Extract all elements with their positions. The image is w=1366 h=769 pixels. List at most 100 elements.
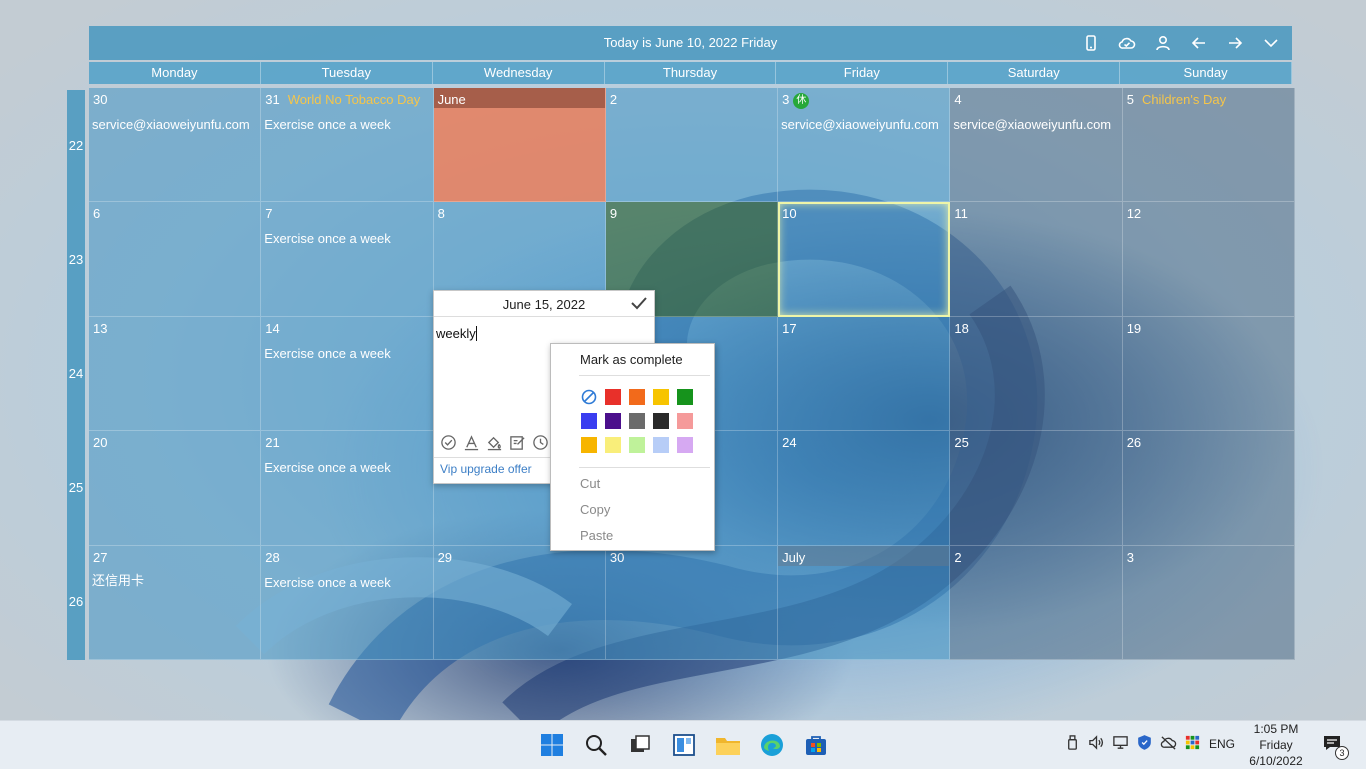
input-method-icon[interactable] [1184, 734, 1201, 756]
day-cell[interactable]: 26 [1122, 431, 1295, 546]
arrow-left-icon[interactable] [1188, 33, 1210, 53]
edge-browser-icon[interactable] [758, 731, 786, 759]
event-text[interactable]: service@xiaoweiyunfu.com [781, 117, 939, 132]
widgets-icon[interactable] [670, 731, 698, 759]
day-cell[interactable]: 30 [605, 545, 779, 660]
day-cell[interactable]: 12 [1122, 202, 1295, 317]
day-cell[interactable]: 3 [1122, 545, 1295, 660]
cloud-check-icon[interactable] [1116, 33, 1138, 53]
color-swatch[interactable] [677, 389, 693, 405]
copy-menu-item[interactable]: Copy [580, 502, 610, 517]
event-text[interactable]: service@xiaoweiyunfu.com [92, 117, 250, 132]
weekday-label: Friday [776, 62, 949, 84]
week-number: 23 [68, 252, 84, 267]
security-shield-icon[interactable] [1136, 734, 1153, 756]
complete-circle-icon[interactable] [440, 434, 457, 456]
day-number: 26 [1126, 435, 1142, 451]
day-cell[interactable]: 4 service@xiaoweiyunfu.com [950, 88, 1123, 203]
day-number: 30 [93, 92, 108, 107]
day-cell[interactable]: 5 Children's Day [1122, 88, 1295, 203]
day-cell[interactable]: 29 [433, 545, 606, 660]
chevron-down-icon[interactable] [1260, 33, 1282, 53]
color-swatch[interactable] [605, 437, 621, 453]
day-cell[interactable]: 28 Exercise once a week [261, 545, 434, 660]
user-icon[interactable] [1152, 33, 1174, 53]
fill-color-icon[interactable] [486, 434, 503, 456]
no-color-swatch[interactable] [581, 389, 597, 405]
vip-upgrade-link[interactable]: Vip upgrade offer [440, 462, 532, 476]
today-cell[interactable]: 10 [778, 202, 951, 317]
font-color-icon[interactable] [463, 434, 480, 456]
color-swatch[interactable] [605, 389, 621, 405]
day-cell[interactable]: 18 [950, 316, 1123, 432]
day-cell[interactable]: June [433, 88, 606, 203]
check-icon[interactable] [630, 295, 648, 316]
context-menu: Mark as complete Cut Copy Paste [550, 343, 715, 551]
store-icon[interactable] [802, 731, 830, 759]
task-view-icon[interactable] [626, 731, 654, 759]
color-swatch[interactable] [605, 413, 621, 429]
day-cell[interactable]: 14 Exercise once a week [261, 316, 434, 432]
taskbar-clock[interactable]: 1:05 PM Friday 6/10/2022 [1240, 721, 1312, 769]
color-swatch[interactable] [653, 437, 669, 453]
color-swatch[interactable] [629, 413, 645, 429]
color-swatch[interactable] [629, 437, 645, 453]
start-menu-icon[interactable] [538, 731, 566, 759]
file-explorer-icon[interactable] [714, 731, 742, 759]
clock-icon[interactable] [532, 434, 549, 456]
search-icon[interactable] [582, 731, 610, 759]
note-text-input[interactable]: weekly [436, 326, 477, 341]
event-text[interactable]: Exercise once a week [264, 460, 390, 475]
day-cell[interactable]: 13 [89, 316, 262, 432]
divider [434, 316, 654, 317]
day-cell[interactable]: 31 World No Tobacco Day Exercise once a w… [261, 88, 434, 203]
mark-complete-menu-item[interactable]: Mark as complete [580, 352, 683, 367]
color-swatch[interactable] [677, 413, 693, 429]
day-cell[interactable]: July [778, 545, 951, 660]
week-number: 25 [68, 480, 84, 495]
day-cell[interactable]: 24 [778, 431, 951, 546]
week-number: 26 [68, 594, 84, 609]
color-swatch[interactable] [581, 413, 597, 429]
color-swatch[interactable] [629, 389, 645, 405]
day-cell[interactable]: 3休 service@xiaoweiyunfu.com [778, 88, 951, 203]
arrow-right-icon[interactable] [1224, 33, 1246, 53]
weekday-label: Tuesday [261, 62, 433, 84]
phone-icon[interactable] [1080, 33, 1102, 53]
day-cell[interactable]: 25 [950, 431, 1123, 546]
event-text[interactable]: Exercise once a week [264, 231, 390, 246]
day-number: 3 [1126, 549, 1134, 565]
color-swatch[interactable] [677, 437, 693, 453]
edit-note-icon[interactable] [509, 434, 526, 456]
network-icon[interactable] [1112, 734, 1129, 756]
day-cell[interactable]: 2 [950, 545, 1123, 660]
day-cell[interactable]: 11 [950, 202, 1123, 317]
day-cell[interactable]: 17 [778, 316, 951, 432]
color-swatch[interactable] [653, 413, 669, 429]
day-number: 25 [954, 435, 969, 451]
day-cell[interactable]: 7 Exercise once a week [261, 202, 434, 317]
day-cell[interactable]: 19 [1122, 316, 1295, 432]
event-text[interactable]: Exercise once a week [264, 117, 390, 132]
day-cell[interactable]: 20 [89, 431, 262, 546]
usb-device-icon[interactable] [1064, 734, 1081, 756]
day-cell[interactable]: 27 还信用卡 [89, 545, 262, 660]
event-text[interactable]: service@xiaoweiyunfu.com [953, 117, 1111, 132]
weekday-label: Saturday [948, 62, 1121, 84]
language-indicator[interactable]: ENG [1209, 737, 1235, 751]
event-text[interactable]: 还信用卡 [92, 570, 144, 589]
color-swatch[interactable] [653, 389, 669, 405]
day-number: 3 [782, 92, 790, 107]
day-cell[interactable]: 21 Exercise once a week [261, 431, 434, 546]
day-cell[interactable]: 2 [605, 88, 779, 203]
paste-menu-item[interactable]: Paste [580, 528, 613, 543]
volume-icon[interactable] [1088, 734, 1105, 756]
cut-menu-item[interactable]: Cut [580, 476, 600, 491]
day-number: 5 [1126, 92, 1134, 107]
cloud-offline-icon[interactable] [1160, 734, 1177, 756]
day-cell[interactable]: 30 service@xiaoweiyunfu.com [89, 88, 262, 203]
day-cell[interactable]: 6 [89, 202, 262, 317]
event-text[interactable]: Exercise once a week [264, 346, 390, 361]
event-text[interactable]: Exercise once a week [264, 575, 390, 590]
color-swatch[interactable] [581, 437, 597, 453]
